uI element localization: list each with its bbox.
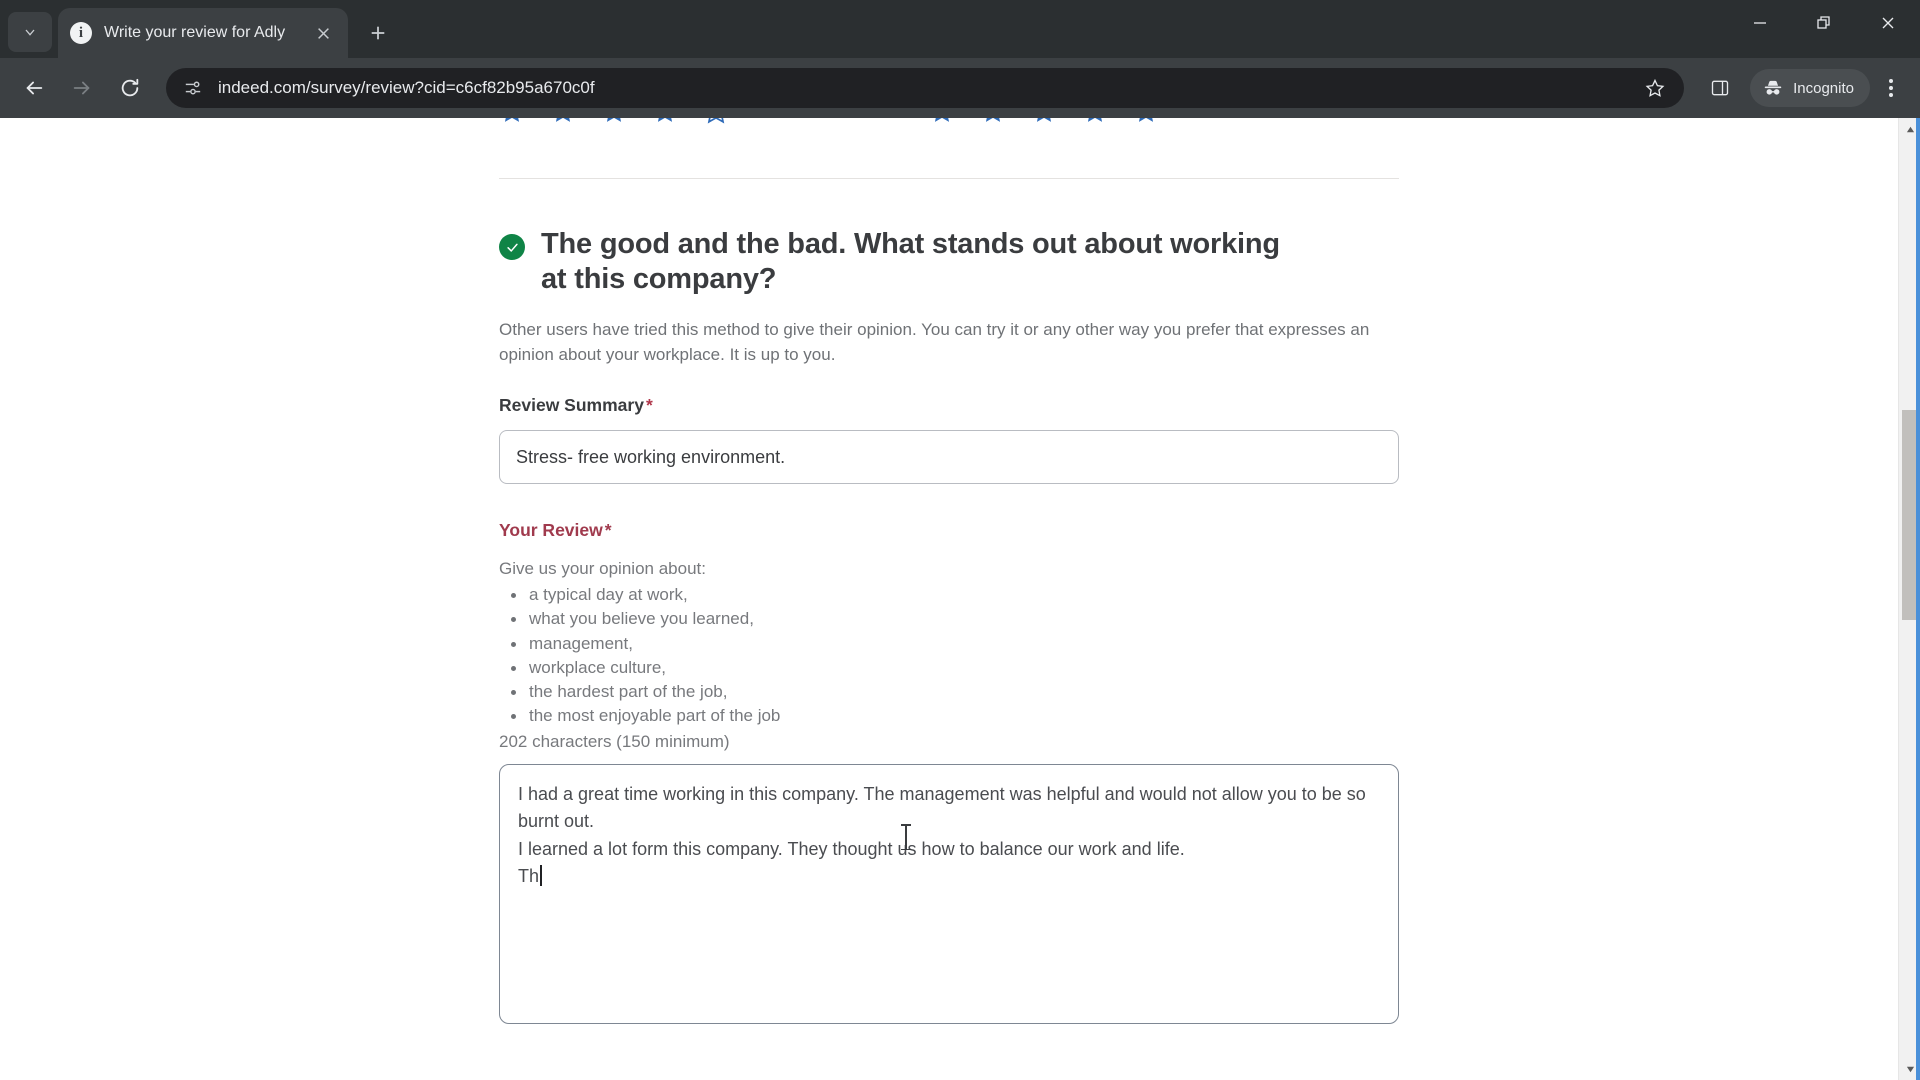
question-title: The good and the bad. What stands out ab… <box>541 228 1280 295</box>
arrow-left-icon <box>26 81 43 95</box>
page-viewport: The good and the bad. What stands out ab… <box>0 118 1920 1080</box>
ratings-row <box>499 118 1409 128</box>
star-empty-5[interactable] <box>703 118 729 124</box>
star-filled-4[interactable] <box>1082 118 1108 124</box>
textarea-line-2: I learned a lot form this company. They … <box>518 838 1185 859</box>
incognito-indicator[interactable]: Incognito <box>1750 69 1870 107</box>
url-text: indeed.com/survey/review?cid=c6cf82b95a6… <box>218 78 595 97</box>
chevron-down-icon <box>25 29 35 36</box>
tab-strip: i Write your review for Adly <box>0 0 1920 58</box>
check-circle-icon <box>499 234 525 260</box>
review-summary-label: Review Summary * <box>499 395 1409 416</box>
list-item: the hardest part of the job, <box>499 680 1409 704</box>
tab-search-button[interactable] <box>8 12 52 52</box>
minimize-button[interactable] <box>1728 0 1792 46</box>
review-summary-input[interactable]: Stress- free working environment. <box>499 430 1399 485</box>
address-bar[interactable]: indeed.com/survey/review?cid=c6cf82b95a6… <box>166 68 1685 108</box>
textarea-line-1: I had a great time working in this compa… <box>518 784 1371 832</box>
side-panel-button[interactable] <box>1698 66 1742 110</box>
incognito-label: Incognito <box>1793 79 1854 97</box>
restore-icon <box>1817 16 1830 29</box>
section-divider <box>499 178 1399 179</box>
close-icon <box>317 27 329 39</box>
browser-toolbar: indeed.com/survey/review?cid=c6cf82b95a6… <box>0 58 1920 118</box>
window-controls <box>1728 0 1920 46</box>
back-button[interactable] <box>12 66 56 110</box>
star-filled-3[interactable] <box>601 118 627 124</box>
textarea-line-3: Th <box>518 863 1380 890</box>
your-review-label: Your Review * <box>499 520 1409 541</box>
favicon-glyph: i <box>78 24 84 41</box>
star-filled-4[interactable] <box>652 118 678 124</box>
star-filled-1[interactable] <box>499 118 525 124</box>
side-panel-icon <box>1711 80 1729 96</box>
caret-down-icon <box>1906 1066 1914 1072</box>
question-header: The good and the bad. What stands out ab… <box>499 227 1409 296</box>
list-item: a typical day at work, <box>499 583 1409 607</box>
question-description: Other users have tried this method to gi… <box>499 320 1370 364</box>
window-focus-edge <box>1916 118 1920 1080</box>
star-filled-3[interactable] <box>1031 118 1057 124</box>
reload-button[interactable] <box>108 66 152 110</box>
required-asterisk: * <box>645 395 653 416</box>
tune-icon <box>185 81 201 95</box>
browser-tab[interactable]: i Write your review for Adly <box>58 8 348 58</box>
arrow-right-icon <box>73 81 90 95</box>
review-form: The good and the bad. What stands out ab… <box>489 118 1409 1025</box>
incognito-icon <box>1764 80 1782 95</box>
info-favicon: i <box>70 22 92 44</box>
text-caret <box>540 865 542 887</box>
star-filled-1[interactable] <box>929 118 955 124</box>
star-filled-2[interactable] <box>550 118 576 124</box>
review-summary-label-text: Review Summary <box>499 395 644 416</box>
more-vert-icon <box>1889 78 1893 99</box>
minimize-icon <box>1754 22 1766 24</box>
maximize-button[interactable] <box>1792 0 1856 46</box>
your-review-bullets: a typical day at work, what you believe … <box>499 583 1409 728</box>
character-count: 202 characters (150 minimum) <box>499 732 730 752</box>
star-filled-2[interactable] <box>980 118 1006 124</box>
your-review-hint: Give us your opinion about: <box>499 559 706 579</box>
caret-up-icon <box>1906 126 1914 132</box>
bookmark-star-icon[interactable] <box>1642 75 1668 101</box>
your-review-label-text: Your Review <box>499 520 603 541</box>
list-item: the most enjoyable part of the job <box>499 704 1409 728</box>
forward-button[interactable] <box>60 66 104 110</box>
star-filled-5[interactable] <box>1133 118 1159 124</box>
list-item: what you believe you learned, <box>499 607 1409 631</box>
rating-left[interactable] <box>499 118 729 124</box>
reload-icon <box>121 78 139 97</box>
new-tab-button[interactable] <box>358 13 398 53</box>
browser-window: i Write your review for Adly indeed.com/… <box>0 0 1920 1080</box>
chrome-menu-button[interactable] <box>1874 66 1908 110</box>
site-settings-icon[interactable] <box>182 77 204 99</box>
close-icon <box>1882 17 1894 29</box>
textarea-line-3-text: Th <box>518 866 540 887</box>
star-outline-icon <box>1645 78 1665 97</box>
your-review-textarea[interactable]: I had a great time working in this compa… <box>499 764 1399 1025</box>
tab-title: Write your review for Adly <box>104 24 286 41</box>
tab-close-button[interactable] <box>310 20 336 46</box>
list-item: workplace culture, <box>499 656 1409 680</box>
rating-right[interactable] <box>929 118 1159 124</box>
required-asterisk: * <box>604 520 612 541</box>
close-window-button[interactable] <box>1856 0 1920 46</box>
plus-icon <box>371 26 385 40</box>
page-content: The good and the bad. What stands out ab… <box>0 118 1898 1080</box>
list-item: management, <box>499 632 1409 656</box>
